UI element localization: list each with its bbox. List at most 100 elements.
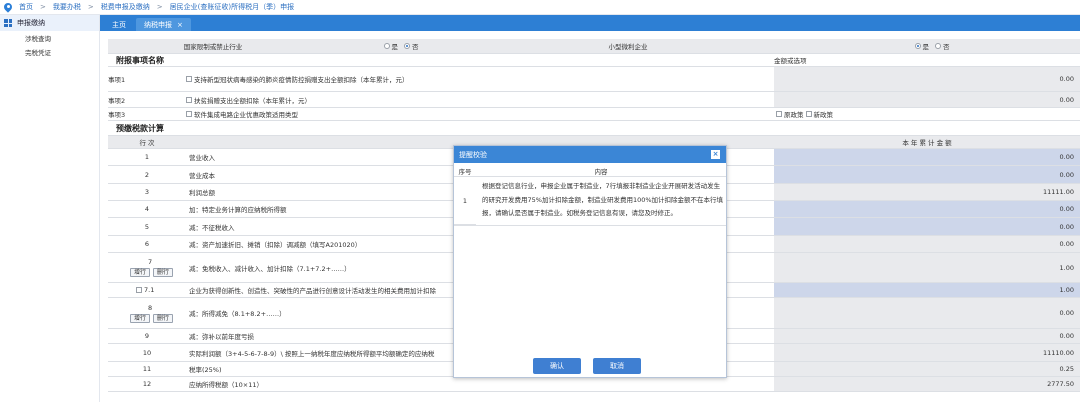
row-number: 8 增行 删行 (108, 298, 186, 328)
breadcrumb-separator: > (156, 3, 163, 11)
delete-row-button[interactable]: 删行 (153, 268, 174, 277)
supplementary-section-header: 附报事项名称 金额或选项 (108, 54, 1080, 67)
row-number: 5 (108, 218, 186, 235)
row-number-text: 5 (144, 222, 150, 231)
row-number-text: 10 (142, 348, 152, 357)
cancel-button[interactable]: 取消 (593, 358, 641, 374)
row-number: 10 (108, 344, 186, 361)
policy-type-options: 原政策 新政策 (776, 108, 1080, 120)
content-column-header: 内容 (476, 165, 726, 177)
amount-field[interactable]: 0.00 (774, 92, 1080, 107)
seq-column-header: 序号 (454, 165, 476, 177)
top-attributes-row: 国家限制或禁止行业 是 否 小型微利企业 是 否 (108, 39, 1080, 54)
radio-button-no[interactable] (935, 43, 941, 49)
row-number-text: 7.1 (144, 286, 155, 294)
row-number: 7.1 (108, 283, 186, 297)
breadcrumb-home[interactable]: 首页 (19, 2, 33, 12)
small-micro-radio-group: 是 否 (778, 39, 1080, 53)
item-name: 事项2 (108, 96, 126, 105)
add-row-button[interactable]: 增行 (130, 313, 151, 323)
cumulative-amount-field[interactable]: 0.00 (774, 166, 1080, 183)
row-number: 2 (108, 166, 186, 183)
cumulative-amount-field: 0.00 (774, 298, 1080, 328)
tab-tax-declaration-label: 纳税申报 (144, 20, 172, 29)
cumulative-amount-field: 1.00 (774, 253, 1080, 282)
sidebar-item-tax-query[interactable]: 涉税查询 (0, 31, 99, 45)
item-description: 软件集成电路企业优惠政策适用类型 (186, 108, 774, 120)
row-number: 4 (108, 201, 186, 217)
radio-button-no[interactable] (404, 43, 410, 49)
cumulative-amount-field[interactable]: 0.00 (774, 149, 1080, 165)
close-icon[interactable]: × (711, 150, 720, 159)
cumulative-amount-field: 2777.50 (774, 377, 1080, 391)
radio-label-no: 否 (943, 43, 950, 51)
tab-bar: 主页 纳税申报 × (100, 15, 1080, 31)
tab-close-icon[interactable]: × (177, 21, 183, 29)
item-description: 支持新型冠状病毒感染的肺炎疫情防控捐赠支出全额扣除（本年累计，元） (186, 67, 774, 91)
row-number: 3 (108, 184, 186, 200)
radio-button-yes[interactable] (383, 43, 390, 49)
location-pin-icon (4, 3, 12, 12)
tab-home-label: 主页 (112, 20, 126, 29)
cumulative-amount-field[interactable]: 0.00 (774, 218, 1080, 235)
row-number-text: 6 (144, 240, 150, 248)
row-number: 12 (108, 377, 186, 391)
item-description-text: 软件集成电路企业优惠政策适用类型 (194, 111, 298, 119)
cumulative-amount-field: 0.00 (774, 329, 1080, 343)
amount-or-option-header: 金额或选项 (774, 57, 807, 65)
supplementary-section-title: 附报事项名称 (116, 55, 164, 65)
row-number-text: 9 (144, 332, 150, 340)
sidebar-header-label: 申报缴纳 (17, 19, 45, 27)
amount-field[interactable]: 0.00 (774, 67, 1080, 91)
row-number-text: 3 (144, 188, 150, 196)
validation-message: 根据登记信息行业，申报企业属于制造业，7行填报非制造业企业开展研发活动发生的研究… (482, 182, 724, 217)
checkbox[interactable] (186, 111, 192, 117)
row-number: 11 (108, 362, 186, 376)
cumulative-amount-field[interactable]: 1.00 (774, 283, 1080, 297)
row-number-text: 4 (144, 205, 150, 213)
checkbox[interactable] (186, 96, 192, 103)
prepayment-section-header: 预缴税款计算 (108, 121, 1080, 136)
annual-cumulative-amount-header: 本 年 累 计 金 额 (774, 136, 1080, 148)
option-label: 原政策 (784, 111, 804, 119)
confirm-button[interactable]: 确认 (533, 358, 581, 374)
row-number-text: 12 (142, 380, 152, 388)
item-description-text: 支持新型冠状病毒感染的肺炎疫情防控捐赠支出全额扣除（本年累计，元） (194, 76, 409, 84)
sidebar-header[interactable]: 申报缴纳 (0, 15, 99, 31)
cumulative-amount-field: 11111.00 (774, 184, 1080, 200)
row-number-text: 8 (148, 303, 153, 312)
checkbox[interactable] (186, 76, 192, 82)
radio-button-yes[interactable] (914, 43, 921, 49)
breadcrumb-declare-pay[interactable]: 税费申报及缴纳 (101, 2, 150, 12)
cumulative-amount-field[interactable]: 0.00 (774, 201, 1080, 217)
row-number-text: 11 (142, 365, 152, 373)
row-item-label: 应纳所得税额（10×11） (189, 381, 263, 389)
delete-row-button[interactable]: 删行 (153, 313, 174, 323)
tab-home[interactable]: 主页 (104, 18, 134, 31)
validation-dialog: 提醒校验 × 序号 内容 1 根据登记信息行业，申报企业属于制造业，7行填报非制… (453, 145, 727, 378)
dialog-title: 提醒校验 (459, 150, 487, 159)
sidebar: 申报缴纳 涉税查询 完税凭证 (0, 15, 100, 402)
prepayment-section-title: 预缴税款计算 (116, 123, 164, 133)
small-micro-enterprise-label: 小型微利企业 (478, 39, 778, 53)
row-number: 1 (108, 149, 186, 165)
row-number-text: 2 (144, 170, 150, 179)
cumulative-amount-field: 11110.00 (774, 344, 1080, 361)
radio-label-yes: 是 (922, 43, 930, 51)
supplementary-row: 事项3 软件集成电路企业优惠政策适用类型 原政策 新政策 (108, 108, 1080, 121)
cumulative-amount-field: 0.25 (774, 362, 1080, 376)
add-row-button[interactable]: 增行 (130, 268, 151, 277)
checkbox-new-policy[interactable] (805, 111, 812, 117)
row-number: 7 增行 删行 (108, 253, 186, 282)
restricted-industry-label: 国家限制或禁止行业 (108, 39, 318, 53)
supplementary-row: 事项1 支持新型冠状病毒感染的肺炎疫情防控捐赠支出全额扣除（本年累计，元） 0.… (108, 67, 1080, 92)
prepayment-row: 12 应纳所得税额（10×11） 2777.50 (108, 377, 1080, 392)
breadcrumb-bar: 首页 > 我要办税 > 税费申报及缴纳 > 居民企业(查账征收)所得税月（季）申… (0, 0, 1080, 15)
checkbox[interactable] (136, 287, 142, 293)
checkbox-old-policy[interactable] (776, 111, 782, 117)
sidebar-item-tax-certificate[interactable]: 完税凭证 (0, 45, 99, 59)
tab-tax-declaration[interactable]: 纳税申报 × (136, 18, 191, 31)
row-number: 6 (108, 236, 186, 252)
breadcrumb-tax-office[interactable]: 我要办税 (53, 2, 81, 12)
radio-label-yes: 是 (391, 43, 399, 51)
